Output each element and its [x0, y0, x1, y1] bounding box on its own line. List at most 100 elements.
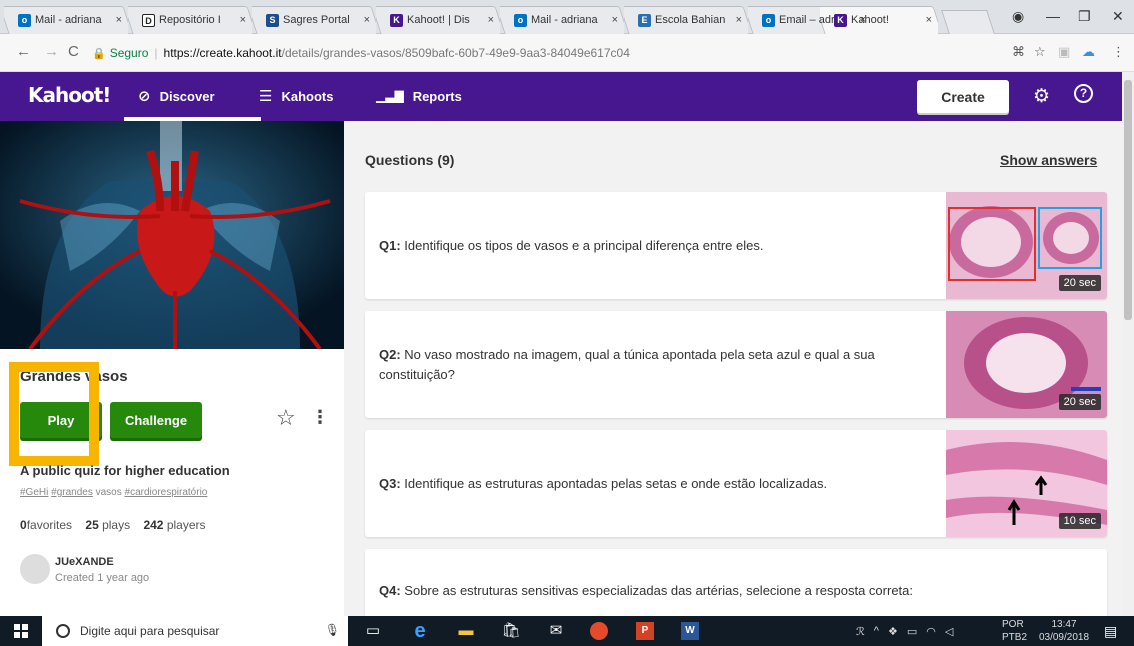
scrollbar-thumb[interactable]: [1124, 80, 1132, 320]
avatar[interactable]: [20, 554, 50, 584]
close-icon[interactable]: ×: [736, 14, 742, 26]
forward-icon[interactable]: →: [44, 43, 59, 60]
secure-label: Seguro: [109, 46, 149, 60]
battery-icon[interactable]: ▭: [907, 625, 917, 638]
browser-tab[interactable]: K Kahoot! | Dis ×: [376, 6, 500, 34]
edge-icon[interactable]: e: [410, 621, 430, 641]
clock[interactable]: 13:47 03/09/2018: [1036, 618, 1092, 644]
browser-tab[interactable]: D Repositório I ×: [128, 6, 252, 34]
school-icon: E: [638, 13, 651, 27]
browser-tab[interactable]: o Mail - adriana ×: [4, 6, 128, 34]
author-name[interactable]: JUeXANDE: [55, 556, 114, 568]
browser-tab[interactable]: o Mail - adriana ×: [500, 6, 624, 34]
mail-icon[interactable]: ✉: [546, 621, 566, 641]
nav-kahoots[interactable]: ☰ Kahoots: [259, 87, 333, 105]
screen: o Mail - adriana × D Repositório I × S Sagres…: [0, 0, 1134, 646]
browser-tab-active[interactable]: K Kahoot! ×: [820, 6, 938, 34]
close-icon[interactable]: ×: [116, 14, 122, 26]
translate-icon[interactable]: ⌘: [1012, 44, 1025, 60]
kahoot-logo[interactable]: Kahoot!: [28, 83, 111, 107]
question-card[interactable]: Q3: Identifique as estruturas apontadas …: [365, 430, 1107, 537]
browser-tab[interactable]: E Escola Bahian ×: [624, 6, 748, 34]
close-icon[interactable]: ×: [240, 14, 246, 26]
nav-discover-label: Discover: [159, 88, 215, 104]
question-text: Q1: Identifique os tipos de vasos e a pr…: [379, 236, 934, 256]
time-badge: 20 sec: [1058, 275, 1101, 291]
reload-icon[interactable]: C: [68, 43, 79, 60]
volume-icon[interactable]: ◁: [945, 625, 953, 638]
cloud-icon[interactable]: ☁: [1082, 44, 1095, 60]
chevron-up-icon[interactable]: ^: [874, 625, 879, 638]
tab-title: Mail - adriana: [531, 14, 598, 26]
tag-link[interactable]: #GeHi: [20, 487, 48, 498]
microphone-icon[interactable]: 🎙: [325, 623, 340, 637]
powerpoint-icon[interactable]: P: [636, 622, 654, 640]
nav-reports[interactable]: ▁▃▇ Reports: [376, 87, 462, 105]
browser-tab-strip: o Mail - adriana × D Repositório I × S Sagres…: [0, 0, 1134, 34]
store-icon[interactable]: 🛍: [501, 621, 521, 641]
taskbar-search-input[interactable]: Digite aqui para pesquisar 🎙: [42, 616, 348, 646]
task-view-icon[interactable]: ▭: [363, 621, 383, 641]
close-window-icon[interactable]: ✕: [1112, 8, 1124, 25]
close-icon[interactable]: ×: [926, 14, 932, 26]
minimize-icon[interactable]: —: [1046, 8, 1060, 24]
close-icon[interactable]: ×: [488, 14, 494, 26]
app-navbar: Kahoot! ⊘ Discover ☰ Kahoots ▁▃▇ Reports Cr…: [0, 72, 1122, 121]
show-answers-link[interactable]: Show answers: [1000, 152, 1097, 168]
question-text: Q2: No vaso mostrado na imagem, qual a t…: [379, 345, 934, 385]
file-explorer-icon[interactable]: ▬: [456, 621, 476, 641]
close-icon[interactable]: ×: [364, 14, 370, 26]
create-button[interactable]: Create: [917, 80, 1009, 113]
wifi-icon[interactable]: ◠: [926, 625, 936, 638]
question-image: 10 sec: [946, 430, 1107, 537]
players-count: 242: [143, 518, 164, 532]
close-icon[interactable]: ×: [612, 14, 618, 26]
s-icon: S: [266, 13, 279, 27]
clock-date: 03/09/2018: [1038, 632, 1090, 643]
gear-icon[interactable]: ⚙: [1033, 85, 1050, 108]
outlook-icon: o: [514, 13, 527, 27]
dropbox-icon[interactable]: ❖: [888, 625, 898, 638]
challenge-button[interactable]: Challenge: [110, 402, 202, 438]
chrome-icon[interactable]: [590, 622, 608, 640]
maximize-icon[interactable]: ❐: [1078, 8, 1091, 25]
favorite-star-icon[interactable]: ☆: [276, 405, 296, 431]
notification-icon[interactable]: ▤: [1104, 623, 1117, 640]
plays-count: 25: [85, 518, 99, 532]
people-icon[interactable]: ℛ: [856, 625, 865, 638]
more-options-icon[interactable]: ⋮: [311, 407, 329, 428]
help-icon[interactable]: ?: [1074, 84, 1093, 103]
d-icon: D: [142, 13, 155, 27]
tag-link[interactable]: #cardiorespiratório: [125, 487, 208, 498]
list-icon: ☰: [259, 88, 273, 105]
word-icon[interactable]: W: [681, 622, 699, 640]
system-tray: ℛ ^ ❖ ▭ ◠ ◁: [856, 625, 953, 638]
plays-label: plays: [102, 518, 131, 532]
back-icon[interactable]: ←: [16, 43, 31, 60]
created-date: Created 1 year ago: [55, 572, 150, 584]
question-card[interactable]: Q1: Identifique os tipos de vasos e a pr…: [365, 192, 1107, 299]
cortana-icon: [56, 624, 70, 638]
question-number: Q1:: [379, 238, 401, 253]
url-host: https://create.kahoot.it: [163, 46, 282, 60]
clock-time: 13:47: [1051, 619, 1077, 630]
address-bar: ← → C 🔒 Seguro | https://create.kahoot.i…: [0, 34, 1134, 72]
bookmark-star-icon[interactable]: ☆: [1034, 44, 1046, 60]
windows-start-icon[interactable]: [14, 624, 28, 638]
nav-discover[interactable]: ⊘ Discover: [138, 87, 215, 105]
question-body: No vaso mostrado na imagem, qual a túnic…: [379, 347, 875, 382]
question-card[interactable]: Q4: Sobre as estruturas sensitivas espec…: [365, 549, 1107, 616]
language-indicator[interactable]: POR PTB2: [1002, 618, 1027, 644]
url-field[interactable]: 🔒 Seguro | https://create.kahoot.it /det…: [92, 41, 996, 65]
menu-icon[interactable]: ⋮: [1112, 44, 1125, 60]
question-card[interactable]: Q2: No vaso mostrado na imagem, qual a t…: [365, 311, 1107, 418]
tag-link[interactable]: #grandes: [51, 487, 93, 498]
browser-tab[interactable]: S Sagres Portal ×: [252, 6, 376, 34]
bar-chart-icon: ▁▃▇: [376, 89, 404, 103]
profile-icon[interactable]: ◉: [1012, 8, 1024, 25]
new-tab-button[interactable]: [941, 10, 995, 34]
extension-icon[interactable]: ▣: [1058, 44, 1070, 60]
question-number: Q2:: [379, 347, 401, 362]
tag-text: vasos: [95, 487, 122, 498]
page-scrollbar[interactable]: [1122, 72, 1134, 616]
